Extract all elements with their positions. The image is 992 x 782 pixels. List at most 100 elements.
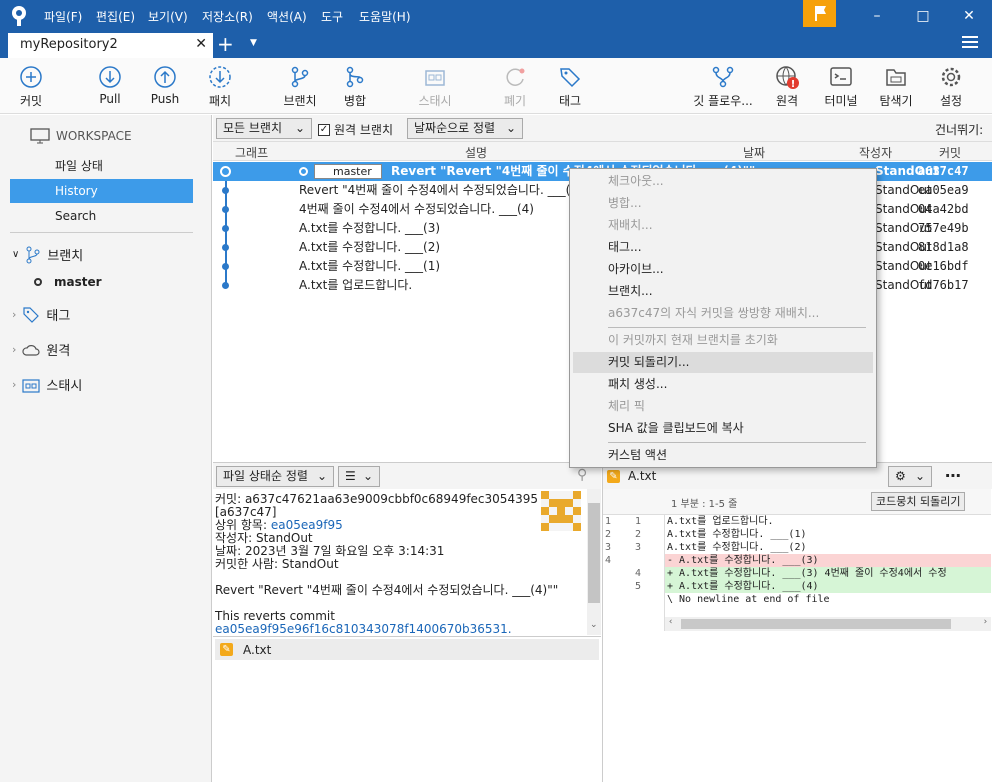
chevron-down-icon: ⌄ [294, 121, 305, 135]
commit-button[interactable]: 커밋 [11, 58, 51, 114]
menu-item-reset[interactable]: 이 커밋까지 현재 브랜치를 초기화 [573, 330, 873, 351]
merge-button[interactable]: 병합 [338, 58, 372, 114]
sidebar-stashes[interactable]: › 스태시 [12, 375, 82, 394]
minimize-button[interactable]: – [854, 0, 900, 32]
scroll-down-icon[interactable]: ⌄ [590, 619, 598, 632]
new-tab-icon[interactable]: + [217, 33, 234, 55]
menu-item-custom-actions[interactable]: 커스텀 액션 [573, 445, 873, 466]
fetch-button[interactable]: 패치 [202, 58, 238, 114]
remote-branches-checkbox[interactable]: ✓ 원격 브랜치 [318, 121, 393, 138]
menu-item-cherry-pick[interactable]: 체리 픽 [573, 396, 873, 417]
svg-text:!: ! [791, 79, 796, 89]
maximize-button[interactable]: □ [900, 0, 946, 32]
menu-item-revert-commit[interactable]: 커밋 되돌리기... [573, 352, 873, 373]
branch-icon [291, 66, 309, 88]
commit-context-menu: 체크아웃... 병합... 재배치... 태그... 아카이브... 브랜치..… [569, 168, 877, 468]
menu-item-rebase[interactable]: 재배치... [573, 215, 873, 236]
scroll-right-icon[interactable]: › [983, 617, 988, 627]
chevron-right-icon: › [12, 343, 17, 356]
remote-button[interactable]: ! 원격 [772, 58, 802, 114]
column-description[interactable]: 설명 [465, 144, 487, 161]
settings-button[interactable]: 설정 [936, 58, 966, 114]
parent-hash-link[interactable]: ea05ea9f95 [271, 518, 343, 532]
folder-icon [886, 69, 906, 86]
hamburger-menu-icon[interactable] [962, 36, 978, 50]
tag-icon [560, 68, 581, 88]
tag-button[interactable]: 태그 [553, 58, 587, 114]
tab-repository[interactable]: myRepository2 ✕ [8, 33, 213, 58]
commit-message: A.txt를 수정합니다. ___(1) [299, 259, 441, 273]
details-scrollbar[interactable]: ⌄ [587, 489, 601, 635]
branch-button[interactable]: 브랜치 [280, 58, 320, 114]
sidebar-tags[interactable]: › 태그 [12, 305, 70, 324]
tab-list-chevron-icon[interactable]: ▼ [250, 38, 257, 48]
sidebar-remotes[interactable]: › 원격 [12, 340, 70, 359]
menu-item-create-patch[interactable]: 패치 생성... [573, 374, 873, 395]
column-graph[interactable]: 그래프 [235, 144, 268, 161]
diff-line: 11 A.txt를 업로드합니다. [605, 516, 774, 527]
menu-item-archive[interactable]: 아카이브... [573, 259, 873, 280]
detail-reverts-hash-link[interactable]: ea05ea9f95e96f16c810343078f1400670b36531… [215, 623, 512, 636]
menu-item-interactive-rebase[interactable]: a637c47의 자식 커밋을 쌍방향 재배치... [573, 303, 873, 324]
search-icon[interactable]: ⚲ [577, 467, 587, 483]
file-item[interactable]: ✎ A.txt [215, 639, 599, 660]
menu-edit[interactable]: 편집(E) [96, 8, 135, 25]
commit-message: Revert "4번째 줄이 수정4에서 수정되었습니다. ___(4)" [299, 183, 589, 197]
diff-hunk-header: 1 부분 : 1-5 줄 코드뭉치 되돌리기 [603, 489, 991, 515]
tag-icon [23, 306, 40, 323]
diff-options-dropdown[interactable]: ⚙ ⌄ [888, 466, 932, 487]
more-options-icon[interactable]: ⋯ [945, 466, 961, 485]
sort-order-dropdown[interactable]: 날짜순으로 정렬 ⌄ [407, 118, 523, 139]
chevron-down-icon: ⌄ [316, 469, 327, 483]
sidebar-branches[interactable]: ∨ 브랜치 [12, 245, 83, 264]
menu-view[interactable]: 보기(V) [148, 8, 188, 25]
sidebar-branch-master[interactable]: master [34, 275, 102, 289]
sidebar-item-search[interactable]: Search [10, 204, 193, 228]
gear-icon: ⚙ [895, 469, 906, 483]
diff-line-added: 5 + A.txt를 수정합니다. ___(4) [603, 580, 991, 593]
flag-button[interactable] [803, 0, 836, 27]
commit-message: 4번째 줄이 수정4에서 수정되었습니다. ___(4) [299, 202, 534, 216]
sidebar-item-history[interactable]: History [10, 179, 193, 203]
head-indicator-icon [299, 167, 308, 176]
diff-line-added: 4 + A.txt를 수정합니다. ___(3) 4번째 줄이 수정4에서 수정 [603, 567, 991, 580]
stash-button[interactable]: 스태시 [413, 58, 457, 114]
push-button[interactable]: Push [146, 58, 184, 114]
menu-item-merge[interactable]: 병합... [573, 193, 873, 214]
file-sort-dropdown[interactable]: 파일 상태순 정렬 ⌄ [216, 466, 334, 487]
globe-icon: ! [776, 66, 799, 89]
column-date[interactable]: 날짜 [743, 144, 765, 161]
menu-file[interactable]: 파일(F) [44, 8, 82, 25]
menu-tools[interactable]: 도구 [321, 8, 343, 25]
gitflow-button[interactable]: 깃 플로우... [690, 58, 756, 114]
sidebar-item-file-status[interactable]: 파일 상태 [10, 154, 193, 178]
discard-button[interactable]: 폐기 [499, 58, 531, 114]
close-window-button[interactable]: ✕ [946, 0, 992, 32]
menu-repository[interactable]: 저장소(R) [202, 8, 253, 25]
menu-help[interactable]: 도움말(H) [359, 8, 411, 25]
modified-file-icon: ✎ [220, 643, 233, 656]
view-mode-dropdown[interactable]: ☰ ⌄ [338, 466, 380, 487]
jump-to-label: 건너뛰기: [935, 123, 984, 137]
menu-item-copy-sha[interactable]: SHA 값을 클립보드에 복사 [573, 418, 873, 439]
diff-horizontal-scrollbar[interactable]: ‹ › [665, 617, 991, 631]
terminal-button[interactable]: 터미널 [822, 58, 860, 114]
sidebar-divider [10, 232, 193, 233]
all-branches-dropdown[interactable]: 모든 브랜치 ⌄ [216, 118, 312, 139]
close-tab-icon[interactable]: ✕ [195, 36, 207, 52]
commit-hash: 818d1a8 [918, 240, 969, 254]
pull-button[interactable]: Pull [92, 58, 128, 114]
explorer-button[interactable]: 탐색기 [876, 58, 916, 114]
discard-icon [506, 68, 525, 86]
commit-node-icon [222, 187, 229, 194]
column-author[interactable]: 작성자 [859, 144, 892, 161]
menu-actions[interactable]: 액션(A) [267, 8, 307, 25]
column-commit[interactable]: 커밋 [939, 144, 961, 161]
menu-item-checkout[interactable]: 체크아웃... [573, 171, 873, 192]
scroll-left-icon[interactable]: ‹ [668, 617, 673, 627]
menu-item-branch[interactable]: 브랜치... [573, 281, 873, 302]
menu-separator [608, 327, 866, 328]
revert-hunk-button[interactable]: 코드뭉치 되돌리기 [871, 492, 966, 511]
merge-icon [346, 66, 364, 88]
menu-item-tag[interactable]: 태그... [573, 237, 873, 258]
